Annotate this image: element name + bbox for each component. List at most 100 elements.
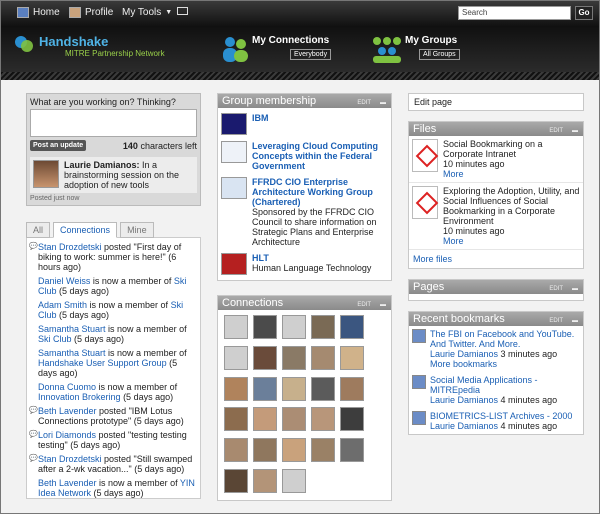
collapse-icon[interactable]: ▬ — [380, 298, 386, 312]
bookmark-avatar[interactable] — [412, 329, 426, 343]
group-name-link[interactable]: IBM — [252, 113, 269, 123]
connection-photo[interactable] — [311, 438, 335, 463]
connection-photo[interactable] — [224, 315, 248, 339]
file-name[interactable]: Social Bookmarking on a Corporate Intran… — [443, 139, 580, 159]
nav-my-tools[interactable]: My Tools ▼ — [122, 7, 172, 18]
bookmark-link[interactable]: The FBI on Facebook and YouTube. And Twi… — [430, 329, 580, 349]
avatar[interactable] — [33, 160, 59, 188]
group-item: HLT Human Language Technology — [218, 250, 391, 278]
collapse-icon[interactable]: ▬ — [380, 96, 386, 110]
connection-photo[interactable] — [311, 345, 335, 370]
bookmark-link[interactable]: BIOMETRICS-LIST Archives - 2000 — [430, 411, 572, 421]
connection-photo[interactable] — [340, 438, 364, 463]
connection-photo[interactable] — [224, 376, 248, 401]
feed-user-link[interactable]: Daniel Weiss — [38, 276, 90, 286]
feed-time: (5 days ago) — [56, 310, 110, 320]
connection-photo[interactable] — [224, 345, 248, 370]
feed-user-link[interactable]: Stan Drozdetski — [38, 454, 102, 464]
connection-photo[interactable] — [282, 376, 306, 401]
files-edit-button[interactable]: EDIT — [549, 124, 563, 138]
file-time: 10 minutes ago — [443, 159, 505, 169]
connection-photo[interactable] — [340, 315, 364, 339]
collapse-icon[interactable]: ▬ — [572, 314, 578, 328]
group-edit-button[interactable]: EDIT — [357, 96, 371, 110]
feed-user-link[interactable]: Samantha Stuart — [38, 348, 106, 358]
feed-group-link[interactable]: Ski Club — [38, 334, 72, 344]
group-name-link[interactable]: FFRDC CIO Enterprise Architecture Workin… — [252, 177, 388, 207]
file-more-link[interactable]: More — [443, 169, 580, 179]
bookmark-avatar[interactable] — [412, 411, 426, 425]
bookmark-avatar[interactable] — [412, 375, 426, 389]
tab-connections[interactable]: Connections — [53, 222, 118, 238]
feed-group-link[interactable]: Handshake User Support Group — [38, 358, 167, 368]
connections-everybody-link[interactable]: Everybody — [290, 49, 332, 60]
file-name[interactable]: Exploring the Adoption, Utility, and Soc… — [443, 186, 580, 226]
mail-icon[interactable] — [177, 7, 188, 15]
group-logo[interactable] — [221, 113, 247, 135]
feed-user-link[interactable]: Lori Diamonds — [38, 430, 96, 440]
connection-photo[interactable] — [340, 345, 364, 370]
feed-user-link[interactable]: Stan Drozdetski — [38, 242, 102, 252]
group-logo[interactable] — [221, 253, 247, 275]
connection-photo[interactable] — [311, 315, 335, 339]
connection-photo[interactable] — [282, 315, 306, 339]
search-go-button[interactable]: Go — [575, 6, 593, 20]
feed-user-link[interactable]: Samantha Stuart — [38, 324, 106, 334]
all-groups-link[interactable]: All Groups — [419, 49, 460, 60]
group-name-link[interactable]: Leveraging Cloud Computing Concepts with… — [252, 141, 388, 171]
connection-photo[interactable] — [253, 315, 277, 339]
collapse-icon[interactable]: ▬ — [572, 124, 578, 138]
feed-tabs: All Connections Mine — [26, 222, 201, 238]
status-textarea[interactable] — [30, 109, 197, 137]
feed-user-link[interactable]: Donna Cuomo — [38, 382, 96, 392]
connections-edit-button[interactable]: EDIT — [357, 298, 371, 312]
bookmark-user-link[interactable]: Laurie Damianos — [430, 395, 498, 405]
connection-photo[interactable] — [340, 376, 364, 401]
my-groups-link[interactable]: My Groups All Groups — [405, 35, 460, 60]
feed-user-link[interactable]: Beth Lavender — [38, 478, 97, 488]
tab-all[interactable]: All — [26, 222, 51, 238]
pdf-icon[interactable] — [412, 186, 438, 219]
connection-photo[interactable] — [253, 376, 277, 401]
connection-photo[interactable] — [253, 345, 277, 370]
connection-photo[interactable] — [282, 345, 306, 370]
edit-page-button[interactable]: Edit page — [408, 93, 584, 111]
connection-photo[interactable] — [311, 407, 335, 432]
bookmark-item: BIOMETRICS-LIST Archives - 2000 Laurie Da… — [409, 408, 583, 434]
bookmark-link[interactable]: Social Media Applications - MITREpedia — [430, 375, 580, 395]
nav-home[interactable]: Home — [17, 7, 60, 18]
group-logo[interactable] — [221, 177, 247, 199]
connection-photo[interactable] — [282, 407, 306, 432]
pages-edit-button[interactable]: EDIT — [549, 282, 563, 296]
connection-photo[interactable] — [282, 438, 306, 463]
file-more-link[interactable]: More — [443, 236, 580, 246]
bookmark-user-link[interactable]: Laurie Damianos — [430, 349, 498, 359]
connection-photo[interactable] — [224, 407, 248, 432]
search-input[interactable]: Search — [458, 6, 571, 20]
feed-user-link[interactable]: Beth Lavender — [38, 406, 97, 416]
bookmark-user-link[interactable]: Laurie Damianos — [430, 421, 498, 431]
pdf-icon[interactable] — [412, 139, 438, 172]
connection-photo[interactable] — [224, 438, 248, 463]
connection-photo[interactable] — [253, 469, 277, 494]
feed-item: 💬 Beth Lavender posted "IBM Lotus Connect… — [27, 404, 200, 428]
more-files-link[interactable]: More files — [409, 250, 583, 268]
connection-photo[interactable] — [282, 469, 306, 494]
nav-profile[interactable]: Profile — [69, 7, 113, 18]
feed-user-link[interactable]: Adam Smith — [38, 300, 87, 310]
connection-photo[interactable] — [224, 469, 248, 494]
tab-mine[interactable]: Mine — [120, 222, 154, 238]
bookmarks-edit-button[interactable]: EDIT — [549, 314, 563, 328]
my-connections-link[interactable]: My Connections Everybody — [252, 35, 332, 60]
handshake-logo[interactable]: Handshake MITRE Partnership Network — [13, 34, 165, 58]
group-name-link[interactable]: HLT — [252, 253, 371, 263]
connection-photo[interactable] — [253, 407, 277, 432]
connection-photo[interactable] — [253, 438, 277, 463]
connection-photo[interactable] — [311, 376, 335, 401]
group-logo[interactable] — [221, 141, 247, 163]
connection-photo[interactable] — [340, 407, 364, 432]
post-update-button[interactable]: Post an update — [30, 140, 87, 151]
feed-group-link[interactable]: Innovation Brokering — [38, 392, 121, 402]
collapse-icon[interactable]: ▬ — [572, 282, 578, 296]
more-bookmarks-link[interactable]: More bookmarks — [430, 359, 580, 369]
